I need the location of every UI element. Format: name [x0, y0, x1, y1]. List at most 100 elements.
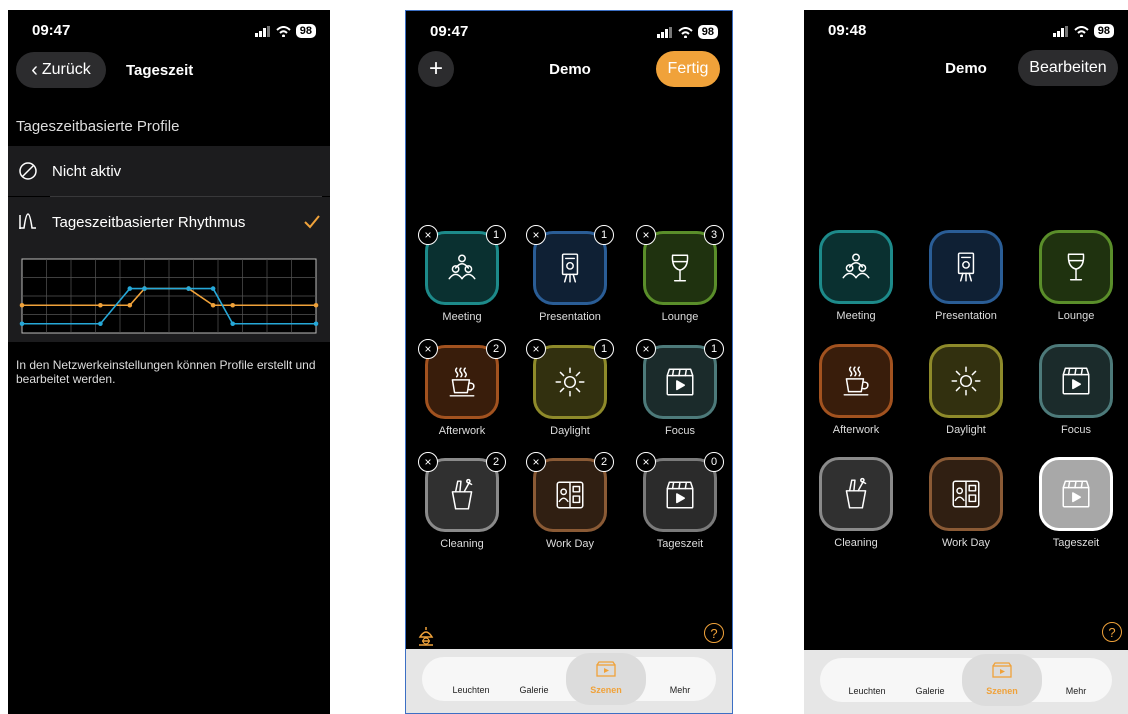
status-time: 09:47 [430, 23, 469, 40]
scene-focus[interactable]: Focus × 1 [636, 339, 724, 445]
scene-tile[interactable] [425, 458, 499, 532]
chart-point [142, 286, 147, 291]
scene-tile[interactable] [533, 231, 607, 305]
clapperboard-icon [992, 662, 1012, 678]
scene-tageszeit[interactable]: Tageszeit × 0 [636, 452, 724, 558]
wifi-icon [678, 26, 693, 38]
tab-mehr[interactable]: Mehr [1046, 658, 1106, 702]
scene-tile[interactable] [643, 345, 717, 419]
tab-galerie[interactable]: Galerie [902, 658, 958, 702]
scene-name: Daylight [550, 425, 590, 437]
scene-tile[interactable] [929, 230, 1003, 304]
remove-scene-button[interactable]: × [636, 339, 656, 359]
scene-afterwork[interactable]: Afterwork × 2 [418, 339, 506, 445]
tab-leuchten[interactable]: Leuchten [438, 657, 504, 701]
option-rhythmus[interactable]: Tageszeitbasierter Rhythmus [8, 197, 330, 247]
wine-glass-icon [1067, 253, 1085, 281]
scene-cleaning[interactable]: Cleaning [816, 457, 896, 557]
remove-scene-button[interactable]: × [636, 225, 656, 245]
page-title: Tageszeit [126, 62, 194, 79]
chart-point [19, 321, 25, 327]
done-button[interactable]: Fertig [656, 51, 720, 87]
option-nicht-aktiv[interactable]: Nicht aktiv [8, 146, 330, 196]
scene-work-day[interactable]: Work Day × 2 [526, 452, 614, 558]
tab-szenen[interactable]: Szenen [962, 654, 1042, 706]
battery-indicator: 98 [1093, 24, 1114, 38]
scene-lounge[interactable]: Lounge × 3 [636, 225, 724, 331]
scene-focus[interactable]: Focus [1036, 344, 1116, 444]
back-button[interactable]: ‹ Zurück [16, 52, 106, 88]
scene-tile[interactable] [643, 458, 717, 532]
signal-icon [656, 26, 672, 38]
help-button[interactable]: ? [704, 623, 724, 643]
scene-name: Focus [665, 425, 695, 437]
remove-scene-button[interactable]: × [526, 452, 546, 472]
scene-cleaning[interactable]: Cleaning × 2 [418, 452, 506, 558]
scene-tile[interactable] [533, 345, 607, 419]
scene-tile[interactable] [929, 344, 1003, 418]
rhythm-curve-icon [19, 213, 36, 229]
disabled-circle-icon [19, 162, 37, 180]
scene-tile[interactable] [819, 457, 893, 531]
presentation-icon [561, 253, 579, 283]
tab-leuchten[interactable]: Leuchten [834, 658, 900, 702]
remove-scene-button[interactable]: × [526, 225, 546, 245]
light-count-badge: 2 [486, 452, 506, 472]
remove-scene-button[interactable]: × [418, 452, 438, 472]
light-count-badge: 1 [594, 339, 614, 359]
scene-tile[interactable] [533, 458, 607, 532]
checkmark-icon [304, 215, 320, 229]
scene-tile[interactable] [643, 231, 717, 305]
chart-point [98, 302, 103, 308]
scene-daylight[interactable]: Daylight [926, 344, 1006, 444]
scene-meeting[interactable]: Meeting [816, 230, 896, 330]
chart-point [127, 286, 133, 291]
section-header: Tageszeitbasierte Profile [16, 118, 180, 135]
light-settings-icon[interactable] [416, 625, 436, 647]
scene-afterwork[interactable]: Afterwork [816, 344, 896, 444]
scene-tile[interactable] [819, 344, 893, 418]
scene-name: Tageszeit [656, 538, 704, 550]
scene-daylight[interactable]: Daylight × 1 [526, 339, 614, 445]
remove-scene-button[interactable]: × [418, 339, 438, 359]
scene-name: Lounge [661, 311, 699, 323]
edit-button[interactable]: Bearbeiten [1018, 50, 1118, 86]
scene-tile[interactable] [1039, 344, 1113, 418]
remove-scene-button[interactable]: × [418, 225, 438, 245]
clapperboard-icon [666, 368, 694, 396]
scene-lounge[interactable]: Lounge [1036, 230, 1116, 330]
option-label: Tageszeitbasierter Rhythmus [52, 213, 246, 231]
chart-point [127, 302, 133, 308]
scene-presentation[interactable]: Presentation [926, 230, 1006, 330]
scene-presentation[interactable]: Presentation × 1 [526, 225, 614, 331]
scene-work-day[interactable]: Work Day [926, 457, 1006, 557]
chart-point [98, 321, 103, 327]
sun-icon [555, 367, 585, 397]
coffee-cup-icon [843, 366, 869, 396]
scene-tile[interactable] [929, 457, 1003, 531]
scene-tile[interactable] [1039, 457, 1113, 531]
scene-name: Work Day [545, 538, 595, 550]
add-scene-button[interactable]: + [418, 51, 454, 87]
scene-meeting[interactable]: Meeting × 1 [418, 225, 506, 331]
coffee-cup-icon [449, 367, 475, 397]
clapperboard-icon [666, 481, 694, 509]
scene-tageszeit[interactable]: Tageszeit [1036, 457, 1116, 557]
tab-mehr[interactable]: Mehr [650, 657, 710, 701]
scene-tile[interactable] [819, 230, 893, 304]
chart-point [210, 286, 216, 291]
scene-tile[interactable] [1039, 230, 1113, 304]
scene-tile[interactable] [425, 345, 499, 419]
tab-szenen[interactable]: Szenen [566, 653, 646, 705]
remove-scene-button[interactable]: × [636, 452, 656, 472]
tab-galerie[interactable]: Galerie [506, 657, 562, 701]
help-button[interactable]: ? [1102, 622, 1122, 642]
remove-scene-button[interactable]: × [526, 339, 546, 359]
clapperboard-icon [596, 661, 616, 677]
people-icon [448, 254, 476, 280]
settings-note: In den Netzwerkeinstellungen können Prof… [16, 358, 316, 386]
scene-name: Tageszeit [1052, 537, 1100, 549]
scene-tile[interactable] [425, 231, 499, 305]
chart-point [210, 302, 216, 308]
scene-name: Meeting [442, 311, 482, 323]
